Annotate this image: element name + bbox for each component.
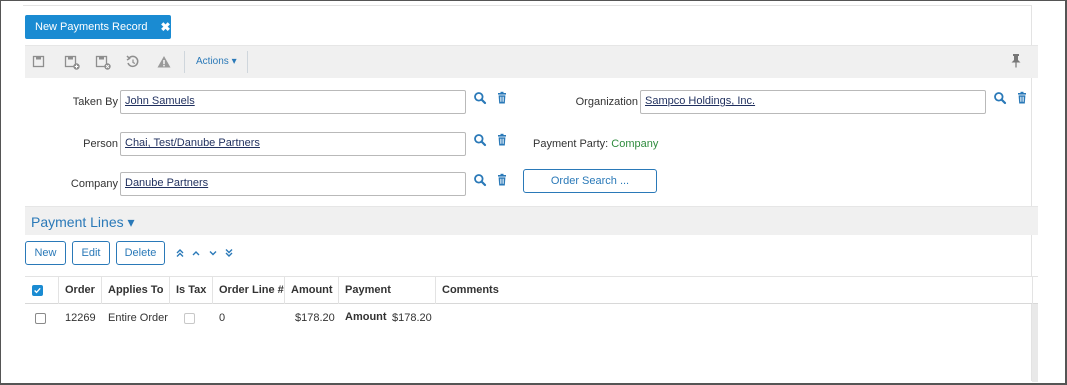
company-field[interactable]: Danube Partners xyxy=(120,172,466,196)
payment-party-label: Payment Party: xyxy=(533,138,609,150)
record-tab[interactable]: New Payments Record ✖ xyxy=(25,15,171,39)
check-icon xyxy=(34,287,41,294)
save-close-icon[interactable] xyxy=(95,54,111,70)
column-header-applies-to[interactable]: Applies To xyxy=(102,277,170,304)
search-icon[interactable] xyxy=(993,91,1007,105)
payment-party: Payment Party: Company xyxy=(533,138,658,150)
save-new-icon[interactable] xyxy=(64,54,80,70)
organization-value[interactable]: Sampco Holdings, Inc. xyxy=(645,95,755,107)
organization-field[interactable]: Sampco Holdings, Inc. xyxy=(640,90,986,114)
toolbar-divider xyxy=(247,51,248,73)
payment-lines-grid-header: Order Applies To Is Tax Order Line # Amo… xyxy=(25,276,1038,323)
payment-party-value: Company xyxy=(611,138,659,150)
taken-by-value[interactable]: John Samuels xyxy=(125,95,195,107)
cell-amount: $178.20 xyxy=(295,312,335,324)
column-header-payment-amount[interactable]: Payment Amount xyxy=(339,277,436,323)
order-search-button[interactable]: Order Search ... xyxy=(523,169,657,193)
actions-menu-button[interactable]: Actions ▾ xyxy=(196,56,237,67)
move-top-icon[interactable] xyxy=(175,248,185,258)
company-label: Company xyxy=(70,178,118,190)
cell-applies-to: Entire Order xyxy=(108,312,168,324)
grid-scrollbar[interactable] xyxy=(1032,304,1038,382)
new-button[interactable]: New xyxy=(25,241,66,265)
warning-icon[interactable] xyxy=(156,54,172,70)
payment-lines-header: Payment Lines ▾ xyxy=(25,206,1038,235)
column-header-amount[interactable]: Amount xyxy=(285,277,339,304)
search-icon[interactable] xyxy=(473,173,487,187)
toolbar-divider xyxy=(184,51,185,73)
payment-lines-title[interactable]: Payment Lines ▾ xyxy=(31,214,135,231)
edit-button[interactable]: Edit xyxy=(72,241,110,265)
select-all-checkbox[interactable] xyxy=(32,285,43,296)
taken-by-field[interactable]: John Samuels xyxy=(120,90,466,114)
cell-payment-amount: $178.20 xyxy=(392,312,432,324)
person-value[interactable]: Chai, Test/Danube Partners xyxy=(125,137,260,149)
person-label: Person xyxy=(83,138,118,150)
cell-order: 12269 xyxy=(65,312,96,324)
pin-icon[interactable] xyxy=(1009,53,1023,69)
trash-icon[interactable] xyxy=(495,91,509,105)
trash-icon[interactable] xyxy=(495,173,509,187)
column-header-order-line[interactable]: Order Line # xyxy=(213,277,285,304)
column-header-order[interactable]: Order xyxy=(59,277,102,304)
undo-icon[interactable] xyxy=(125,54,141,70)
person-field[interactable]: Chai, Test/Danube Partners xyxy=(120,132,466,156)
search-icon[interactable] xyxy=(473,133,487,147)
is-tax-checkbox xyxy=(184,313,195,324)
column-header-comments[interactable]: Comments xyxy=(436,277,1033,304)
move-up-icon[interactable] xyxy=(191,248,201,258)
save-icon[interactable] xyxy=(31,54,47,70)
trash-icon[interactable] xyxy=(495,133,509,147)
organization-label: Organization xyxy=(575,96,638,108)
delete-button[interactable]: Delete xyxy=(116,241,165,265)
move-down-icon[interactable] xyxy=(208,248,218,258)
toolbar: Actions ▾ xyxy=(25,45,1038,78)
select-all-column xyxy=(25,277,59,304)
tab-title: New Payments Record xyxy=(35,21,148,33)
close-icon[interactable]: ✖ xyxy=(161,20,171,34)
search-icon[interactable] xyxy=(473,91,487,105)
company-value[interactable]: Danube Partners xyxy=(125,177,208,189)
trash-icon[interactable] xyxy=(1015,91,1029,105)
cell-order-line: 0 xyxy=(219,312,226,324)
row-select-checkbox[interactable] xyxy=(35,313,46,324)
column-header-is-tax[interactable]: Is Tax xyxy=(170,277,213,304)
move-bottom-icon[interactable] xyxy=(224,248,234,258)
taken-by-label: Taken By xyxy=(72,96,118,108)
